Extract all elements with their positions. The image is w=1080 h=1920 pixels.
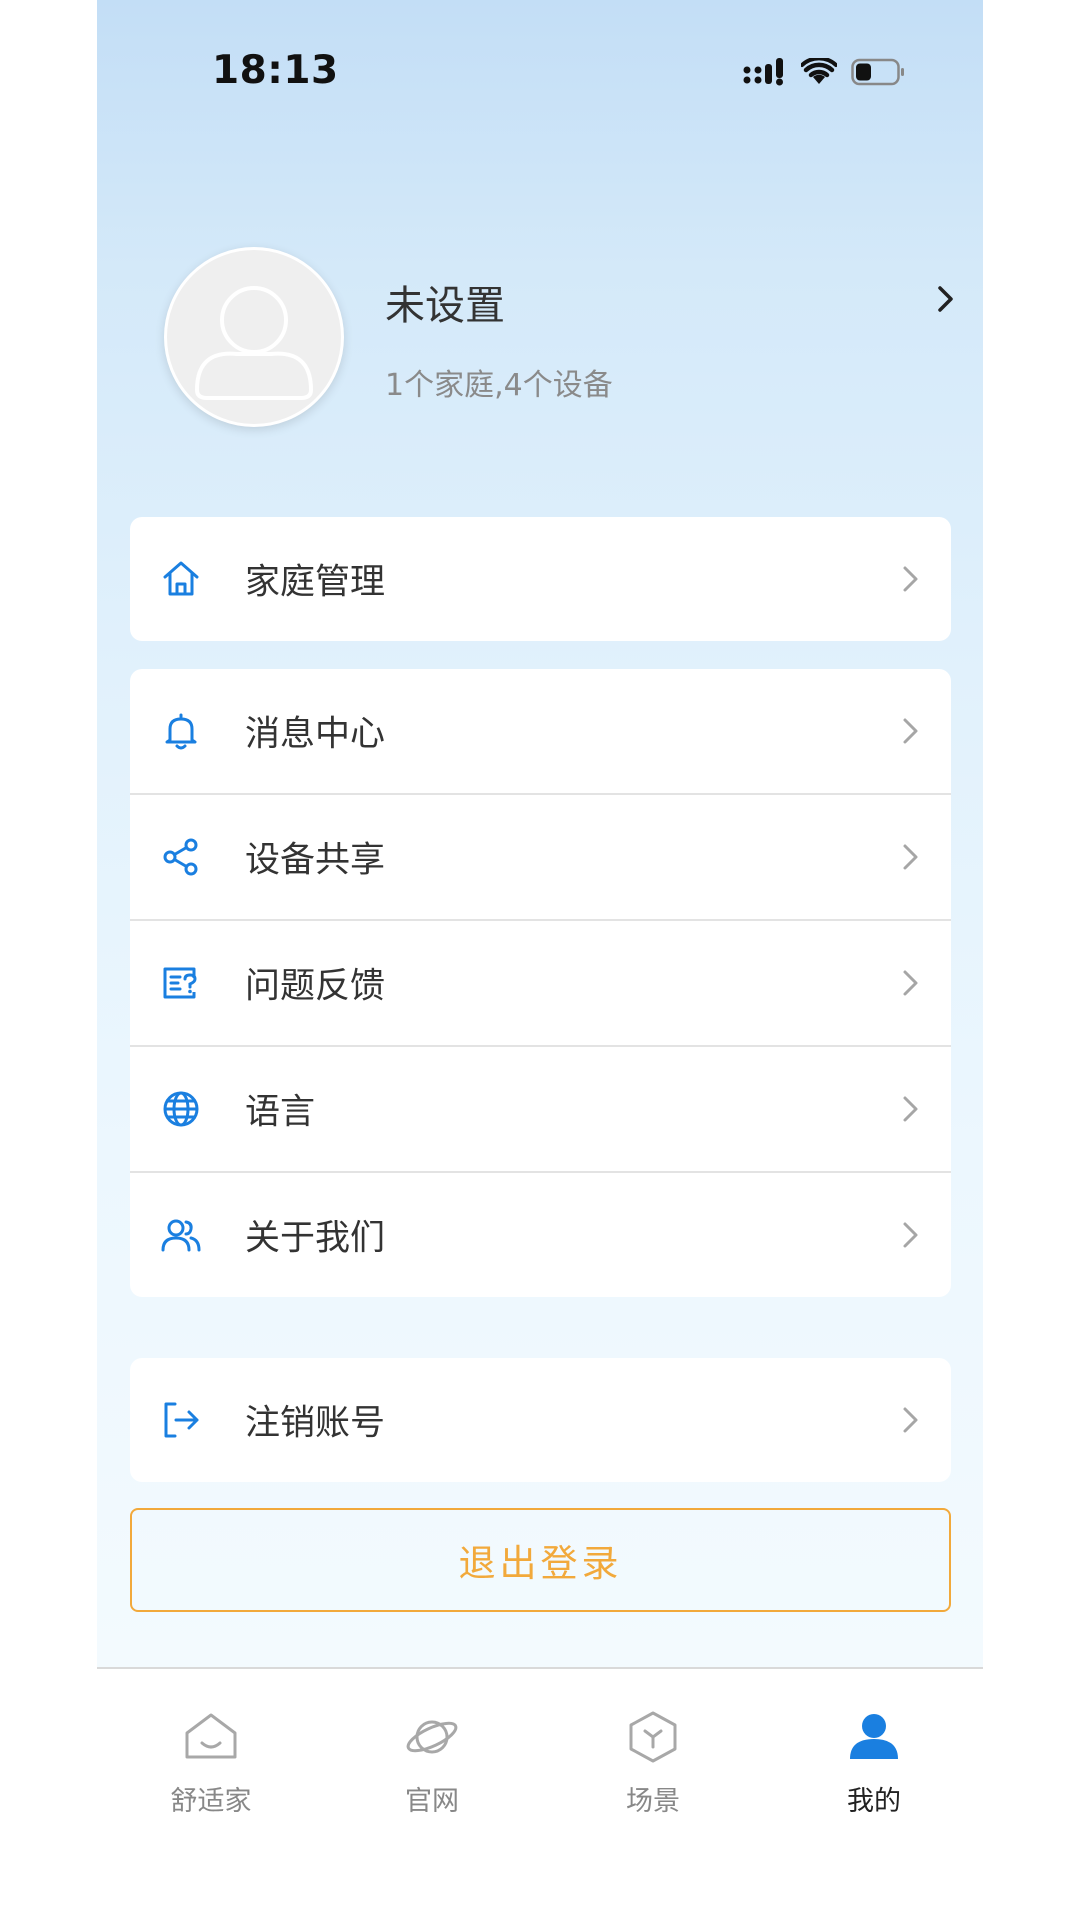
menu-item-language[interactable]: 语言 <box>130 1045 951 1171</box>
tab-scenes[interactable]: 场景 <box>573 1709 733 1818</box>
battery-icon <box>851 58 904 86</box>
menu-item-device-sharing[interactable]: 设备共享 <box>130 793 951 919</box>
tab-label: 场景 <box>626 1786 680 1817</box>
planet-icon <box>406 1720 458 1754</box>
bell-icon <box>165 713 197 750</box>
users-icon <box>161 1219 201 1252</box>
tab-website[interactable]: 官网 <box>352 1709 512 1818</box>
tab-mine[interactable]: 我的 <box>794 1709 954 1818</box>
menu-item-label: 设备共享 <box>245 840 386 881</box>
status-time: 18:13 <box>212 48 339 93</box>
default-avatar-icon <box>194 286 314 400</box>
chevron-right-icon <box>903 970 918 996</box>
menu-item-label: 关于我们 <box>245 1218 386 1259</box>
home-smile-icon <box>185 1713 237 1759</box>
menu-item-label: 家庭管理 <box>245 562 386 603</box>
tab-label: 官网 <box>405 1786 459 1817</box>
menu-item-label: 消息中心 <box>245 714 386 755</box>
menu-item-message-center[interactable]: 消息中心 <box>130 669 951 793</box>
person-icon <box>850 1714 898 1759</box>
chevron-right-icon <box>903 1222 918 1248</box>
status-icons <box>743 54 905 90</box>
chevron-right-icon <box>903 1407 918 1433</box>
logout-button[interactable]: 退出登录 <box>130 1508 951 1612</box>
profile-name[interactable]: 未设置 <box>385 273 505 331</box>
menu-item-label: 问题反馈 <box>245 966 386 1007</box>
menu-item-label: 注销账号 <box>245 1403 386 1444</box>
profile-summary: 1个家庭,4个设备 <box>385 368 613 403</box>
app-screen: 18:13 未设置 1个家庭,4个设备 家庭管理 消息中心 设备共享 问题反馈 … <box>97 0 983 1920</box>
settings-group-card: 消息中心 设备共享 问题反馈 语言 关于我们 <box>130 669 951 1297</box>
avatar[interactable] <box>164 247 344 427</box>
chevron-right-icon <box>903 566 918 592</box>
delete-account-card: 注销账号 <box>130 1358 951 1482</box>
menu-item-home-management[interactable]: 家庭管理 <box>130 517 951 641</box>
chevron-right-icon <box>903 1096 918 1122</box>
tab-label: 舒适家 <box>170 1786 252 1817</box>
home-icon <box>163 561 199 596</box>
profile-chevron-right-icon[interactable] <box>934 283 958 315</box>
menu-item-label: 语言 <box>245 1092 316 1133</box>
wifi-icon <box>801 58 837 84</box>
home-management-card: 家庭管理 <box>130 517 951 641</box>
globe-icon <box>163 1091 199 1127</box>
chevron-right-icon <box>903 844 918 870</box>
menu-item-about-us[interactable]: 关于我们 <box>130 1171 951 1297</box>
cube-icon <box>629 1711 677 1763</box>
feedback-icon <box>163 967 197 999</box>
menu-item-delete-account[interactable]: 注销账号 <box>130 1358 951 1482</box>
menu-item-feedback[interactable]: 问题反馈 <box>130 919 951 1045</box>
tab-label: 我的 <box>847 1786 901 1817</box>
tab-comfort-home[interactable]: 舒适家 <box>131 1709 291 1818</box>
logout-arrow-icon <box>164 1402 199 1438</box>
chevron-right-icon <box>903 718 918 744</box>
share-icon <box>163 838 198 876</box>
cellular-signal-icon <box>743 58 783 86</box>
bottom-tab-bar: 舒适家 官网 场景 我的 <box>97 1667 983 1920</box>
